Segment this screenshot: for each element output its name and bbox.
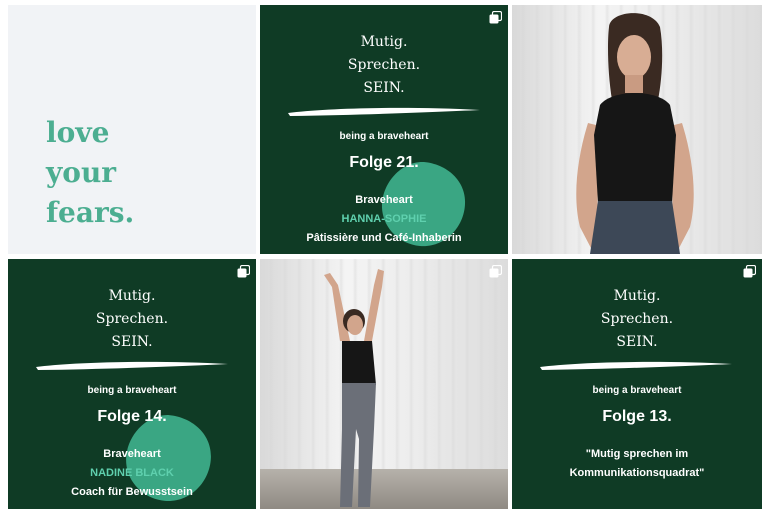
post-headline: Mutig. Sprechen. SEIN. [95, 288, 169, 350]
woman-portrait-figure [576, 13, 694, 254]
tagline: being a braveheart [339, 131, 429, 142]
post-love-your-fears[interactable]: love your fears. [8, 5, 256, 254]
multiple-posts-icon [743, 265, 756, 278]
post-headline: Mutig. Sprechen. SEIN. [600, 288, 674, 350]
post-folge-21[interactable]: Mutig. Sprechen. SEIN. being a bravehear… [260, 5, 508, 254]
instagram-post-grid: love your fears. Mutig. Sprechen. SEIN. … [0, 0, 768, 515]
multiple-posts-icon [237, 265, 250, 278]
brush-stroke-divider [540, 361, 732, 370]
tagline: being a braveheart [592, 385, 682, 396]
post-headline: Mutig. Sprechen. SEIN. [347, 34, 421, 96]
brush-stroke-divider [36, 361, 228, 370]
woman-arms-raised-photo[interactable] [260, 259, 508, 509]
guest-name: HANNA-SOPHIE [341, 213, 427, 225]
post-folge-14[interactable]: Mutig. Sprechen. SEIN. being a bravehear… [8, 259, 256, 509]
guest-info: Braveheart NADINE BLACK Coach für Bewuss… [8, 445, 256, 502]
episode-number: Folge 14. [97, 408, 167, 425]
episode-number: Folge 21. [349, 154, 419, 171]
post-folge-13[interactable]: Mutig. Sprechen. SEIN. being a bravehear… [512, 259, 762, 509]
woman-portrait-photo[interactable] [512, 5, 762, 254]
episode-number: Folge 13. [602, 408, 672, 425]
multiple-posts-icon [489, 11, 502, 24]
guest-info: Braveheart HANNA-SOPHIE Pâtissière und C… [260, 191, 508, 248]
brush-stroke-divider [288, 107, 480, 116]
love-your-fears-text: love your fears. [46, 116, 135, 229]
guest-name: NADINE BLACK [90, 467, 174, 479]
woman-dancing-figure [324, 269, 384, 507]
episode-topic: "Mutig sprechen im Kommunikationsquadrat… [569, 448, 705, 479]
tagline: being a braveheart [87, 385, 177, 396]
